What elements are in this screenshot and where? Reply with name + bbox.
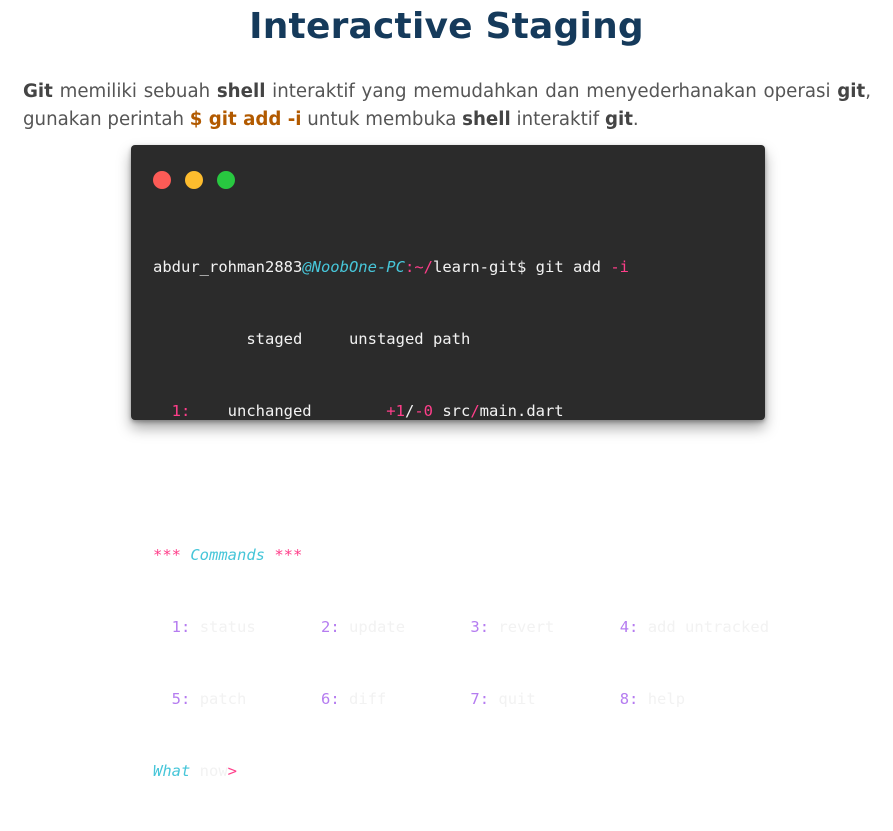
commands-row-2: 5: patch 6: diff 7: quit 8: help	[171, 690, 686, 708]
command-item: patch	[199, 690, 247, 708]
page-title: Interactive Staging	[249, 6, 644, 47]
maximize-dot-icon	[217, 171, 235, 189]
command-item: update	[349, 618, 406, 636]
git-word: git	[837, 81, 866, 102]
shell-word: shell	[462, 109, 511, 130]
terminal-window: abdur_rohman2883@NoobOne-PC:~/learn-git$…	[131, 145, 769, 780]
shell-word: shell	[216, 81, 266, 102]
intro-paragraph: Git memiliki sebuah shell interaktif yan…	[23, 81, 871, 130]
command-snippet: $ git add -i	[189, 109, 302, 130]
git-word: Git	[23, 81, 53, 102]
command-item: diff	[349, 690, 387, 708]
minimize-dot-icon	[185, 171, 203, 189]
commands-row-1: 1: status 2: update 3: revert 4: add unt…	[171, 618, 770, 636]
status-row: 1: unchanged +1/-0 src/main.dart	[153, 402, 564, 420]
status-header-line: staged unstaged path	[153, 330, 471, 348]
commands-header: *** Commands ***	[153, 546, 303, 564]
command-item: revert	[498, 618, 555, 636]
terminal-output: abdur_rohman2883@NoobOne-PC:~/learn-git$…	[153, 207, 769, 831]
close-dot-icon	[153, 171, 171, 189]
command-item: add untracked	[647, 618, 770, 636]
command-item: status	[199, 618, 256, 636]
what-now-prompt: What now>	[153, 762, 237, 780]
command-item: help	[647, 690, 686, 708]
prompt-line: abdur_rohman2883@NoobOne-PC:~/learn-git$…	[153, 258, 629, 276]
command-item: quit	[498, 690, 536, 708]
git-word: git	[604, 109, 633, 130]
